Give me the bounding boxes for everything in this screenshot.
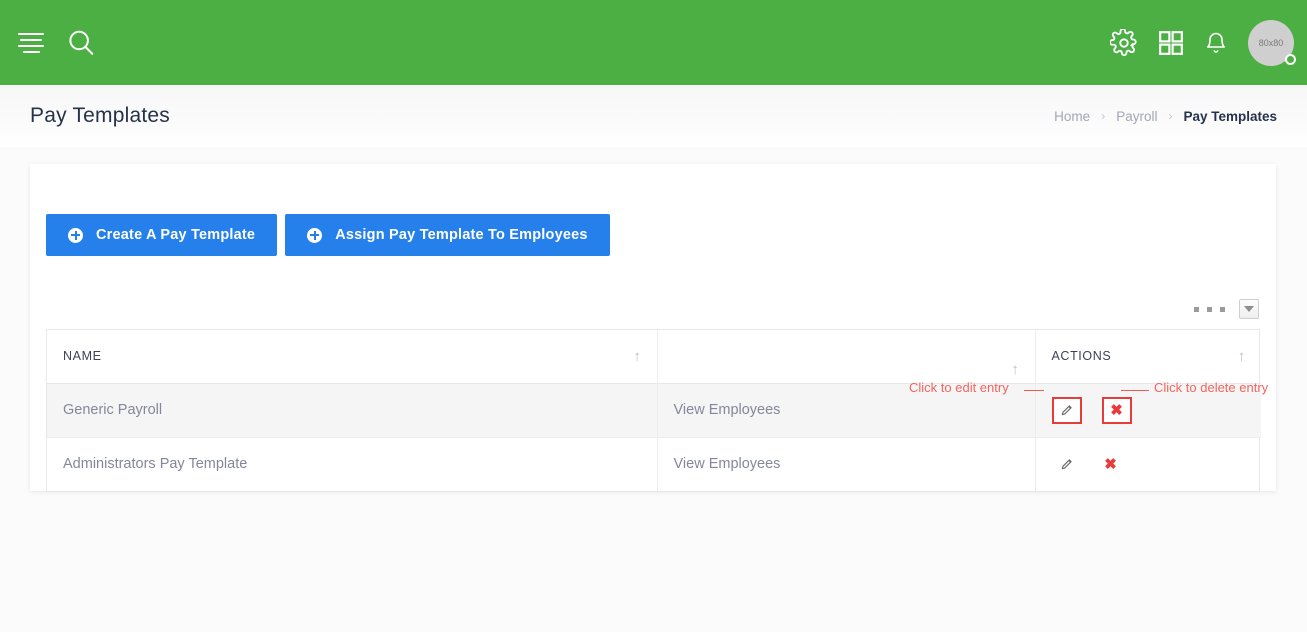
annotation-leader-line-edit — [1024, 390, 1044, 391]
table-row[interactable]: Generic Payroll View Employees ✖ — [47, 383, 1261, 438]
breadcrumb-item-payroll[interactable]: Payroll — [1116, 109, 1157, 124]
pay-templates-card: Create A Pay Template Assign Pay Templat… — [30, 164, 1276, 492]
column-header-name[interactable]: NAME ↑ — [47, 330, 657, 384]
caret-down-icon — [1244, 306, 1254, 312]
sort-asc-arrow-icon[interactable]: ↑ — [1011, 362, 1019, 377]
column-header-employees[interactable]: ↑ — [656, 330, 1035, 384]
breadcrumb-item-home[interactable]: Home — [1054, 109, 1090, 124]
avatar-status-badge — [1285, 53, 1296, 65]
table-header-row: NAME ↑ ↑ ACTIONS ↑ — [47, 330, 1261, 384]
avatar[interactable]: 80x80 — [1248, 19, 1296, 66]
ellipsis-icon[interactable] — [1194, 306, 1225, 312]
page-header: Pay Templates Home › Payroll › Pay Templ… — [0, 85, 1307, 147]
cell-view-employees[interactable]: View Employees — [656, 437, 1035, 491]
actions-group: ✖ — [1051, 396, 1246, 424]
cell-actions: ✖ — [1034, 437, 1261, 491]
topbar-right-group: 80x80 — [1110, 19, 1307, 66]
bell-icon[interactable] — [1204, 29, 1228, 57]
dot — [1220, 306, 1225, 312]
breadcrumb-separator: › — [1168, 109, 1173, 123]
sort-asc-arrow-icon[interactable]: ↑ — [633, 349, 641, 364]
action-buttons-row: Create A Pay Template Assign Pay Templat… — [46, 214, 610, 256]
cell-template-name: Administrators Pay Template — [63, 456, 248, 473]
hamburger-line — [22, 50, 40, 53]
table-row[interactable]: Administrators Pay Template View Employe… — [47, 437, 1261, 491]
edit-entry-button[interactable] — [1058, 455, 1076, 473]
column-header-name-label: NAME — [63, 349, 102, 364]
annotation-delete-label: Click to delete entry — [1154, 380, 1269, 395]
hamburger-line — [18, 32, 44, 35]
plus-circle-icon — [68, 227, 83, 243]
main-content: Create A Pay Template Assign Pay Templat… — [0, 147, 1307, 632]
plus-circle-icon — [307, 227, 323, 243]
x-delete-icon: ✖ — [1110, 401, 1123, 419]
hamburger-menu-icon[interactable] — [14, 30, 48, 56]
table-options-dropdown-button[interactable] — [1239, 299, 1259, 319]
hamburger-line — [20, 38, 42, 41]
delete-entry-button[interactable]: ✖ — [1102, 455, 1120, 473]
column-header-actions-label: ACTIONS — [1051, 349, 1112, 364]
pay-templates-table: NAME ↑ ↑ ACTIONS ↑ Generic Payroll View … — [46, 329, 1261, 492]
assign-pay-template-label: Assign Pay Template To Employees — [335, 227, 588, 243]
delete-entry-button[interactable]: ✖ — [1101, 396, 1132, 424]
page-title: Pay Templates — [30, 104, 170, 127]
hamburger-line — [18, 44, 44, 47]
actions-group: ✖ — [1052, 455, 1246, 473]
create-pay-template-label: Create A Pay Template — [96, 227, 256, 243]
pencil-icon — [1061, 459, 1072, 470]
breadcrumb-separator: › — [1101, 109, 1106, 123]
view-employees-link[interactable]: View Employees — [674, 456, 781, 472]
dot — [1207, 306, 1212, 312]
pencil-icon — [1061, 405, 1072, 416]
x-delete-icon: ✖ — [1104, 455, 1117, 473]
edit-entry-button[interactable] — [1051, 396, 1082, 424]
sort-asc-arrow-icon[interactable]: ↑ — [1238, 349, 1246, 364]
cell-template-name: Generic Payroll — [47, 383, 657, 438]
topbar-left-group — [0, 28, 96, 58]
column-header-actions[interactable]: ACTIONS ↑ — [1034, 330, 1261, 384]
table-toolbar — [1194, 299, 1259, 319]
breadcrumb: Home › Payroll › Pay Templates — [1054, 109, 1277, 124]
assign-pay-template-button[interactable]: Assign Pay Template To Employees — [285, 214, 610, 256]
grid-icon[interactable] — [1158, 30, 1184, 56]
dot — [1194, 306, 1199, 312]
search-icon[interactable] — [66, 28, 96, 58]
top-navigation-bar: 80x80 — [0, 0, 1307, 85]
create-pay-template-button[interactable]: Create A Pay Template — [46, 214, 278, 256]
view-employees-link[interactable]: View Employees — [674, 402, 781, 418]
breadcrumb-item-current: Pay Templates — [1183, 108, 1277, 124]
gear-icon[interactable] — [1110, 28, 1138, 57]
annotation-edit-label: Click to edit entry — [909, 380, 1009, 395]
annotation-leader-line-delete — [1121, 390, 1149, 391]
